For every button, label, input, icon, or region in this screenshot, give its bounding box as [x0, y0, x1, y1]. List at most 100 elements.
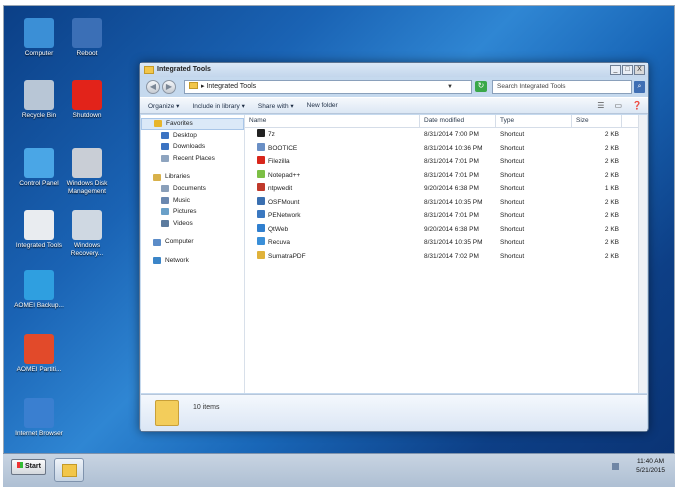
file-row[interactable]: SumatraPDF 8/31/2014 7:02 PM Shortcut 2 KB [245, 250, 647, 264]
file-name-cell: Filezilla [245, 155, 420, 169]
desktop-icon[interactable]: Shutdown [58, 80, 116, 120]
navigation-pane: Favorites Desktop Downloads Recent Places Li… [141, 115, 245, 393]
column-date-modified[interactable]: Date modified [420, 115, 496, 127]
desktop-icon-label: Windows Disk Management [66, 180, 108, 195]
file-name-cell: Notepad++ [245, 169, 420, 183]
forward-button[interactable]: ▶ [162, 80, 176, 94]
file-list: Name Date modified Type Size 7z 8/31/2014… [245, 115, 647, 393]
desktop-icon[interactable]: AOMEI Partiti... [10, 334, 68, 374]
desktop-app-icon [24, 334, 54, 364]
explorer-window[interactable]: Integrated Tools _ □ X ◀ ▶ ▸ Integrated … [139, 62, 649, 432]
file-date: 8/31/2014 10:35 PM [424, 198, 483, 206]
help-icon[interactable]: ❓ [632, 101, 642, 110]
tray-icon[interactable] [612, 463, 619, 470]
close-button[interactable]: X [634, 65, 645, 75]
shortcut-icon [257, 210, 265, 218]
nav-item[interactable]: Pictures [141, 206, 244, 218]
organize-button[interactable]: Organize ▾ [148, 102, 179, 110]
nav-item[interactable]: Favorites [141, 118, 244, 130]
file-type: Shortcut [500, 212, 525, 219]
file-size: 2 KB [604, 144, 619, 152]
maximize-button[interactable]: □ [622, 65, 633, 75]
file-type: Shortcut [500, 131, 525, 138]
desktop-icon[interactable]: Internet Browser [10, 398, 68, 438]
minimize-button[interactable]: _ [610, 65, 621, 75]
title-bar[interactable]: Integrated Tools _ □ X [140, 63, 648, 77]
file-size: 2 KB [604, 252, 619, 260]
nav-item[interactable]: Music [141, 195, 244, 207]
chevron-down-icon[interactable]: ▼ [447, 81, 453, 93]
file-date: 8/31/2014 7:01 PM [424, 171, 479, 179]
nav-item[interactable]: Desktop [141, 130, 244, 142]
start-button[interactable]: Start [11, 459, 46, 475]
desktop-icon[interactable]: Reboot [58, 18, 116, 58]
nav-item-label: Computer [165, 238, 194, 246]
nav-item[interactable]: Libraries [141, 171, 244, 183]
nav-item-label: Videos [173, 219, 193, 227]
taskbar-explorer-button[interactable] [54, 458, 84, 482]
clock[interactable]: 11:40 AM 5/21/2015 [636, 457, 665, 475]
refresh-icon[interactable]: ↻ [475, 81, 487, 92]
desktop-app-icon [72, 80, 102, 110]
shortcut-icon [257, 196, 265, 205]
nav-item-icon [161, 196, 169, 204]
back-button[interactable]: ◀ [146, 80, 160, 94]
file-name: QtWeb [268, 225, 289, 233]
file-row[interactable]: Recuva 8/31/2014 10:35 PM Shortcut 2 KB [245, 236, 647, 250]
address-row: ◀ ▶ ▸ Integrated Tools ▼ ↻ Search Integr… [140, 77, 648, 97]
preview-pane-icon[interactable]: ▭ [614, 101, 622, 110]
file-row[interactable]: QtWeb 9/20/2014 6:38 PM Shortcut 2 KB [245, 223, 647, 237]
file-row[interactable]: Filezilla 8/31/2014 7:01 PM Shortcut 2 KB [245, 155, 647, 169]
folder-icon [189, 82, 198, 89]
search-icon[interactable]: ⌕ [634, 81, 645, 93]
address-bar[interactable]: ▸ Integrated Tools ▼ [184, 80, 472, 94]
nav-item[interactable]: Videos [141, 218, 244, 230]
nav-item[interactable]: Computer [141, 236, 244, 248]
desktop-icon-label: Shutdown [72, 112, 102, 119]
file-type: Shortcut [500, 252, 525, 260]
file-date: 9/20/2014 6:38 PM [424, 225, 479, 233]
share-with-button[interactable]: Share with ▾ [258, 102, 294, 110]
desktop-icon[interactable]: AOMEI Backup... [10, 270, 68, 310]
shortcut-icon [257, 142, 265, 151]
file-row[interactable]: PENetwork 8/31/2014 7:01 PM Shortcut 2 KB [245, 209, 647, 223]
file-row[interactable]: BOOTICE 8/31/2014 10:36 PM Shortcut 2 KB [245, 142, 647, 156]
nav-item-icon [153, 257, 161, 265]
search-input[interactable]: Search Integrated Tools [492, 80, 632, 94]
nav-item[interactable]: Network [141, 255, 244, 267]
desktop-icon-label: Windows Recovery... [70, 242, 104, 257]
file-name: SumatraPDF [268, 252, 306, 260]
shortcut-icon [257, 250, 265, 259]
include-in-library-button[interactable]: Include in library ▾ [192, 102, 244, 110]
nav-item[interactable]: Recent Places [141, 153, 244, 165]
file-name: PENetwork [268, 212, 301, 219]
shortcut-icon [257, 237, 265, 245]
clock-time: 11:40 AM [637, 458, 665, 465]
file-size: 2 KB [604, 171, 619, 179]
file-row[interactable]: Notepad++ 8/31/2014 7:01 PM Shortcut 2 KB [245, 169, 647, 183]
column-name[interactable]: Name [245, 115, 420, 127]
file-name: Recuva [268, 239, 291, 246]
content-area: Favorites Desktop Downloads Recent Places Li… [141, 115, 647, 393]
nav-item-icon [154, 120, 162, 128]
file-type: Shortcut [500, 185, 525, 192]
desktop-app-icon [72, 210, 102, 240]
folder-icon [155, 400, 179, 426]
desktop-icon[interactable]: Windows Recovery... [58, 210, 116, 258]
file-row[interactable]: OSFMount 8/31/2014 10:35 PM Shortcut 2 KB [245, 196, 647, 210]
new-folder-button[interactable]: New folder [307, 102, 338, 109]
nav-item[interactable]: Documents [141, 183, 244, 195]
nav-item[interactable]: Downloads [141, 141, 244, 153]
file-row[interactable]: 7z 8/31/2014 7:00 PM Shortcut 2 KB [245, 128, 647, 142]
column-type[interactable]: Type [496, 115, 572, 127]
file-size: 1 KB [604, 185, 619, 192]
desktop-app-icon [24, 210, 54, 240]
column-size[interactable]: Size [572, 115, 622, 127]
item-count: 10 items [193, 404, 220, 411]
file-row[interactable]: ntpwedit 9/20/2014 6:38 PM Shortcut 1 KB [245, 182, 647, 196]
desktop-icon[interactable]: Windows Disk Management [58, 148, 116, 196]
view-options-icon[interactable]: ☰ [597, 101, 604, 110]
scrollbar[interactable] [638, 115, 647, 393]
